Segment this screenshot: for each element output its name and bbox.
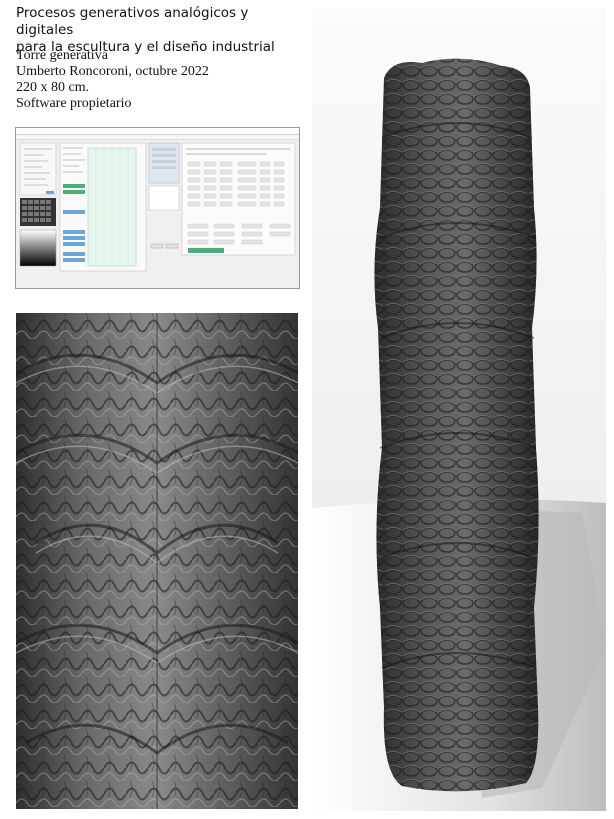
tower-render-image: [312, 8, 606, 811]
sculpted-surface-illustration: [16, 313, 298, 809]
texture-detail-image: [16, 313, 298, 809]
work-dimensions: 220 x 80 cm.: [16, 80, 90, 95]
title-line-1: Procesos generativos analógicos y digita…: [16, 5, 249, 38]
generative-tower-illustration: [312, 8, 606, 811]
work-name: Torre generativa: [16, 48, 108, 63]
software-ui-illustration: [19, 142, 296, 272]
software-titlebar: [16, 128, 299, 135]
work-software: Software propietario: [16, 96, 132, 111]
work-info: Torre generativa Umberto Roncoroni, octu…: [16, 48, 306, 112]
software-screenshot: [15, 127, 300, 289]
work-author-date: Umberto Roncoroni, octubre 2022: [16, 64, 209, 79]
